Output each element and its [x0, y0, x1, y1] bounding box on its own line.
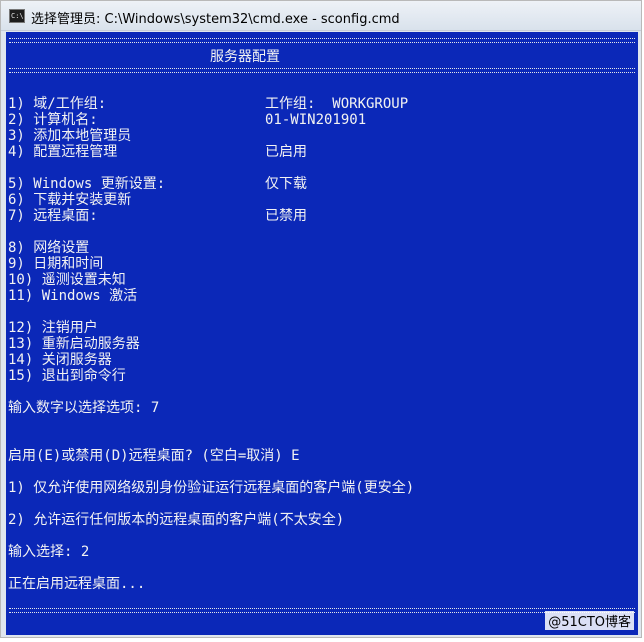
menu-value-5: 仅下载	[265, 176, 307, 192]
menu-item-15: 15) 退出到命令行	[8, 368, 126, 384]
menu-item-8: 8) 网络设置	[8, 240, 90, 256]
input-select-prompt: 输入选择: 2	[8, 544, 90, 560]
watermark: @51CTO博客	[545, 611, 634, 630]
cmd-window: C:\ 选择管理员: C:\Windows\system32\cmd.exe -…	[0, 0, 642, 638]
menu-value-7: 已禁用	[265, 208, 307, 224]
rdp-option-1: 1) 仅允许使用网络级别身份验证运行远程桌面的客户端(更安全)	[8, 480, 415, 496]
menu-item-3: 3) 添加本地管理员	[8, 128, 132, 144]
menu-value-2: 01-WIN201901	[265, 112, 367, 128]
menu-item-10: 10) 遥测设置未知	[8, 272, 126, 288]
rdp-option-2: 2) 允许运行任何版本的远程桌面的客户端(不太安全)	[8, 512, 345, 528]
menu-item-14: 14) 关闭服务器	[8, 352, 112, 368]
rdp-enable-prompt: 启用(E)或禁用(D)远程桌面? (空白=取消) E	[8, 448, 300, 464]
menu-item-4: 4) 配置远程管理	[8, 144, 118, 160]
menu-item-6: 6) 下载并安装更新	[8, 192, 132, 208]
menu-item-1: 1) 域/工作组:	[8, 96, 107, 112]
footer-rule-2	[9, 612, 635, 613]
footer-rule	[9, 608, 635, 609]
header-rule-top-2	[9, 42, 635, 43]
menu-item-13: 13) 重新启动服务器	[8, 336, 140, 352]
header-rule-top	[9, 38, 635, 39]
select-option-prompt: 输入数字以选择选项: 7	[8, 400, 160, 416]
header-rule-bottom	[9, 68, 635, 69]
menu-item-2: 2) 计算机名:	[8, 112, 98, 128]
menu-item-5: 5) Windows 更新设置:	[8, 176, 166, 192]
menu-value-1: 工作组: WORKGROUP	[265, 96, 409, 112]
window-title: 选择管理员: C:\Windows\system32\cmd.exe - sco…	[31, 12, 400, 27]
menu-item-11: 11) Windows 激活	[8, 288, 138, 304]
header-rule-bottom-2	[9, 72, 635, 73]
title-bar[interactable]: C:\ 选择管理员: C:\Windows\system32\cmd.exe -…	[1, 1, 641, 31]
menu-value-4: 已启用	[265, 144, 307, 160]
status-line: 正在启用远程桌面...	[8, 576, 146, 592]
cmd-app-icon: C:\	[9, 9, 25, 23]
menu-item-12: 12) 注销用户	[8, 320, 98, 336]
menu-item-9: 9) 日期和时间	[8, 256, 104, 272]
menu-item-7: 7) 远程桌面:	[8, 208, 98, 224]
header-title: 服务器配置	[210, 49, 280, 65]
console-output[interactable]: 服务器配置 1) 域/工作组: 工作组: WORKGROUP 2) 计算机名: …	[6, 32, 638, 635]
